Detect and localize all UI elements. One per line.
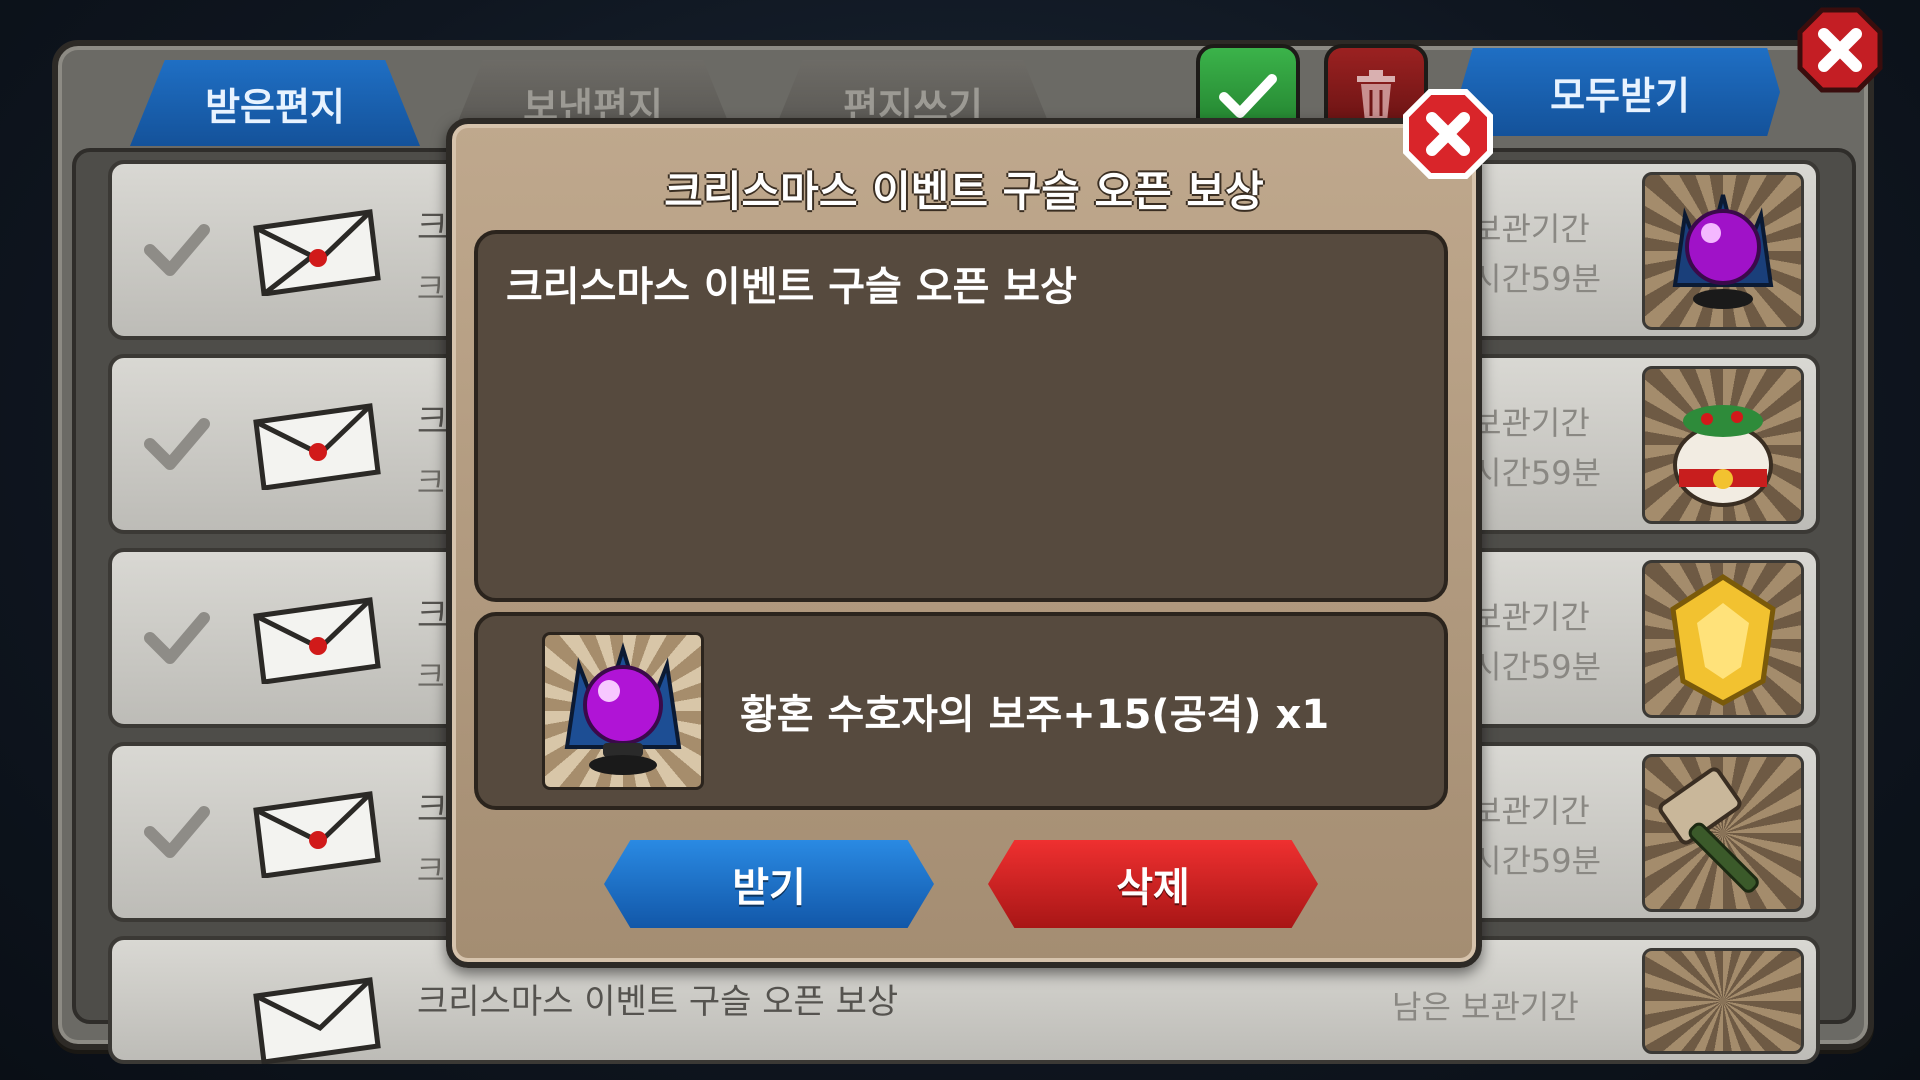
mail-title: 크	[417, 790, 449, 830]
mail-title: 크	[417, 208, 449, 248]
envelope-icon	[253, 977, 381, 1064]
dialog-title: 크리스마스 이벤트 구슬 오픈 보상	[664, 167, 1264, 216]
envelope-icon	[253, 403, 381, 490]
envelope-icon	[253, 597, 381, 684]
reward-text: 황혼 수호자의 보주+15(공격) x1	[740, 692, 1330, 738]
time-left: 시간59분	[1472, 260, 1602, 298]
check-icon	[1219, 74, 1277, 118]
check-icon[interactable]	[142, 602, 212, 672]
tab-received[interactable]: 받은편지	[130, 60, 420, 146]
delete-button[interactable]: 삭제	[988, 840, 1318, 928]
receive-button[interactable]: 받기	[604, 840, 934, 928]
mail-title: 크	[417, 402, 449, 442]
mail-subtitle: 크	[417, 660, 445, 695]
close-icon	[1403, 89, 1493, 179]
storage-period-label: 남은 보관기간	[1392, 988, 1579, 1026]
christmas-pouch-icon	[1642, 366, 1804, 524]
mail-title: 크	[417, 596, 449, 636]
envelope-icon	[253, 791, 381, 878]
time-left: 시간59분	[1472, 842, 1602, 880]
check-icon[interactable]	[142, 408, 212, 478]
hammer-icon	[1642, 754, 1804, 912]
reward-box: 황혼 수호자의 보주+15(공격) x1	[474, 612, 1448, 810]
gold-gem-icon	[1642, 560, 1804, 718]
reward-dialog: 크리스마스 이벤트 구슬 오픈 보상 크리스마스 이벤트 구슬 오픈 보상 황혼…	[446, 118, 1482, 968]
storage-period-label: 보관기간	[1472, 792, 1590, 830]
storage-period-label: 보관기간	[1472, 404, 1590, 442]
receive-all-button[interactable]: 모두받기	[1460, 48, 1780, 136]
envelope-icon	[253, 209, 381, 296]
purple-orb-icon	[542, 632, 704, 790]
mail-subtitle: 크	[417, 272, 445, 307]
time-left: 시간59분	[1472, 648, 1602, 686]
mail-subtitle: 크	[417, 854, 445, 889]
close-button[interactable]	[1796, 6, 1884, 94]
mail-title: 크리스마스 이벤트 구슬 오픈 보상	[417, 982, 899, 1022]
mail-subtitle: 크	[417, 466, 445, 501]
check-icon[interactable]	[142, 214, 212, 284]
dialog-close-button[interactable]	[1402, 88, 1494, 180]
close-icon	[1797, 7, 1883, 93]
time-left: 시간59분	[1472, 454, 1602, 492]
gold-item-icon	[1642, 948, 1804, 1054]
message-box: 크리스마스 이벤트 구슬 오픈 보상	[474, 230, 1448, 602]
storage-period-label: 보관기간	[1472, 210, 1590, 248]
trash-icon	[1357, 70, 1395, 122]
purple-orb-icon	[1642, 172, 1804, 330]
storage-period-label: 보관기간	[1472, 598, 1590, 636]
check-icon[interactable]	[142, 796, 212, 866]
message-text: 크리스마스 이벤트 구슬 오픈 보상	[506, 264, 1077, 310]
